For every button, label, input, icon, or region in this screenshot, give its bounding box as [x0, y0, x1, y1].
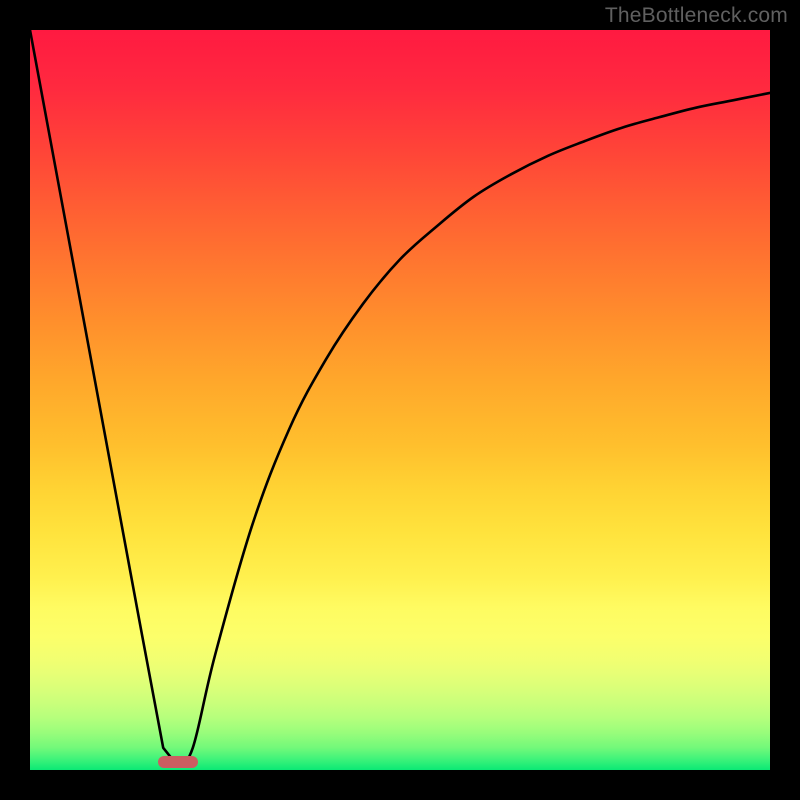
- plot-area: [30, 30, 770, 770]
- chart-frame: TheBottleneck.com: [0, 0, 800, 800]
- watermark-text: TheBottleneck.com: [605, 4, 788, 28]
- optimal-marker: [158, 756, 199, 768]
- bottleneck-curve: [30, 30, 770, 770]
